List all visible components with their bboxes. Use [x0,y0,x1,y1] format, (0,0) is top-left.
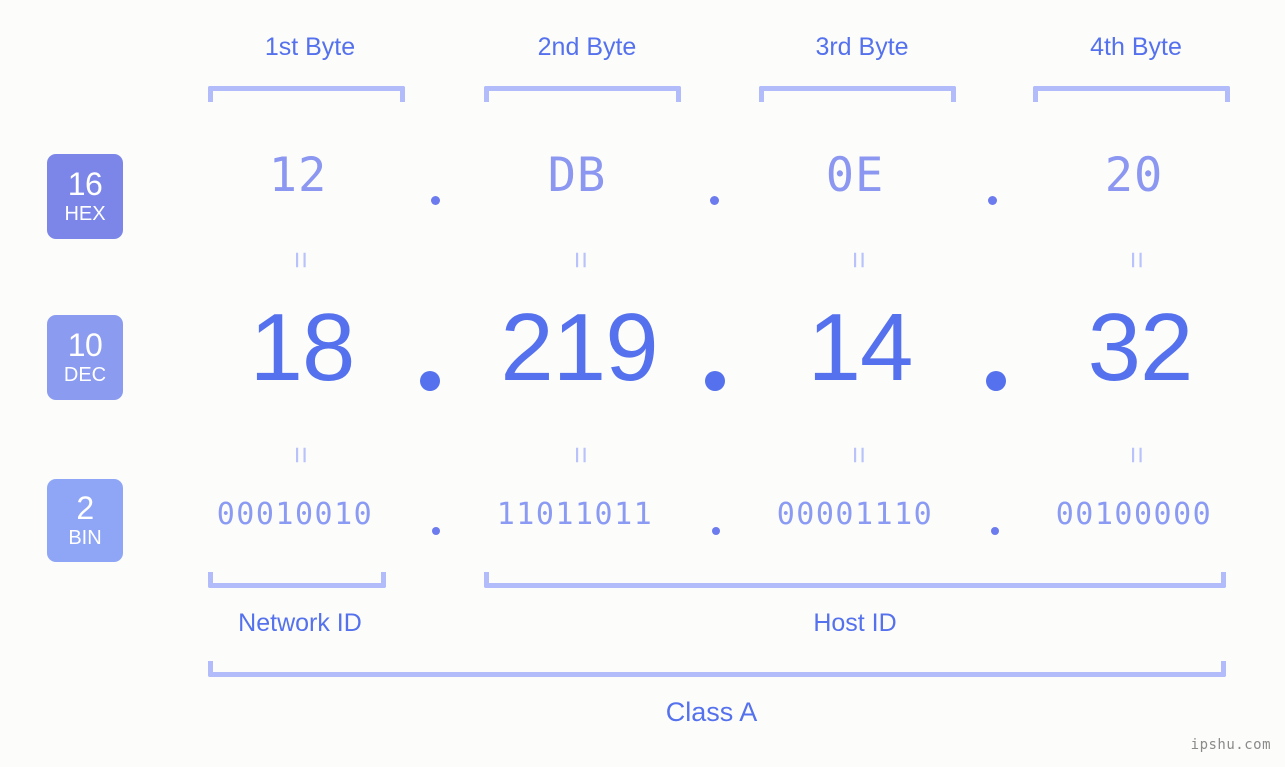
byte-header-1: 1st Byte [264,33,356,61]
dec-separator-dot-1 [420,371,440,391]
host-id-label: Host ID [813,609,897,637]
dec-value-1: 18 [249,294,356,401]
bin-separator-dot-3 [991,527,999,535]
class-label: Class A [665,697,758,727]
equals-marker-hex-dec-1: = [284,251,317,269]
dec-value-4: 32 [1087,294,1194,401]
bin-value-1: 00010010 [216,497,374,532]
bin-separator-dot-2 [712,527,720,535]
byte-header-2: 2nd Byte [537,33,637,61]
bin-separator-dot-1 [432,527,440,535]
network-id-bracket [208,572,386,588]
byte-bracket-1 [208,86,405,102]
equals-marker-dec-bin-1: = [284,446,317,464]
dec-value-2: 219 [500,294,658,401]
class-bracket [208,661,1226,677]
base-badge-bin-name: BIN [68,526,102,549]
base-badge-bin: 2 BIN [47,479,123,562]
byte-header-4: 4th Byte [1090,33,1182,61]
hex-separator-dot-3 [988,196,997,205]
byte-bracket-2 [484,86,681,102]
dec-value-3: 14 [807,294,914,401]
base-badge-bin-number: 2 [76,490,94,527]
base-badge-hex: 16 HEX [47,154,123,239]
site-watermark: ipshu.com [1190,737,1271,753]
base-badge-dec-name: DEC [63,363,107,386]
dec-separator-dot-2 [705,371,725,391]
hex-value-3: 0E [825,148,885,203]
equals-marker-hex-dec-4: = [1120,251,1153,269]
equals-marker-dec-bin-4: = [1120,446,1153,464]
ip-byte-breakdown-diagram: 1st Byte 2nd Byte 3rd Byte 4th Byte 16 H… [0,0,1285,767]
base-badge-hex-name: HEX [64,202,106,225]
equals-marker-hex-dec-3: = [842,251,875,269]
base-badge-hex-number: 16 [67,166,103,203]
network-id-label: Network ID [238,609,362,637]
bin-value-2: 11011011 [496,497,654,532]
equals-marker-dec-bin-2: = [564,446,597,464]
hex-value-1: 12 [268,148,328,203]
base-badge-dec: 10 DEC [47,315,123,400]
hex-value-4: 20 [1104,148,1164,203]
base-badge-dec-number: 10 [67,327,103,364]
equals-marker-hex-dec-2: = [564,251,597,269]
hex-separator-dot-1 [431,196,440,205]
equals-marker-dec-bin-3: = [842,446,875,464]
dec-separator-dot-3 [986,371,1006,391]
bin-value-4: 00100000 [1055,497,1213,532]
hex-value-2: DB [547,148,607,203]
byte-bracket-4 [1033,86,1230,102]
hex-separator-dot-2 [710,196,719,205]
host-id-bracket [484,572,1226,588]
bin-value-3: 00001110 [776,497,934,532]
byte-bracket-3 [759,86,956,102]
byte-header-3: 3rd Byte [815,33,909,61]
